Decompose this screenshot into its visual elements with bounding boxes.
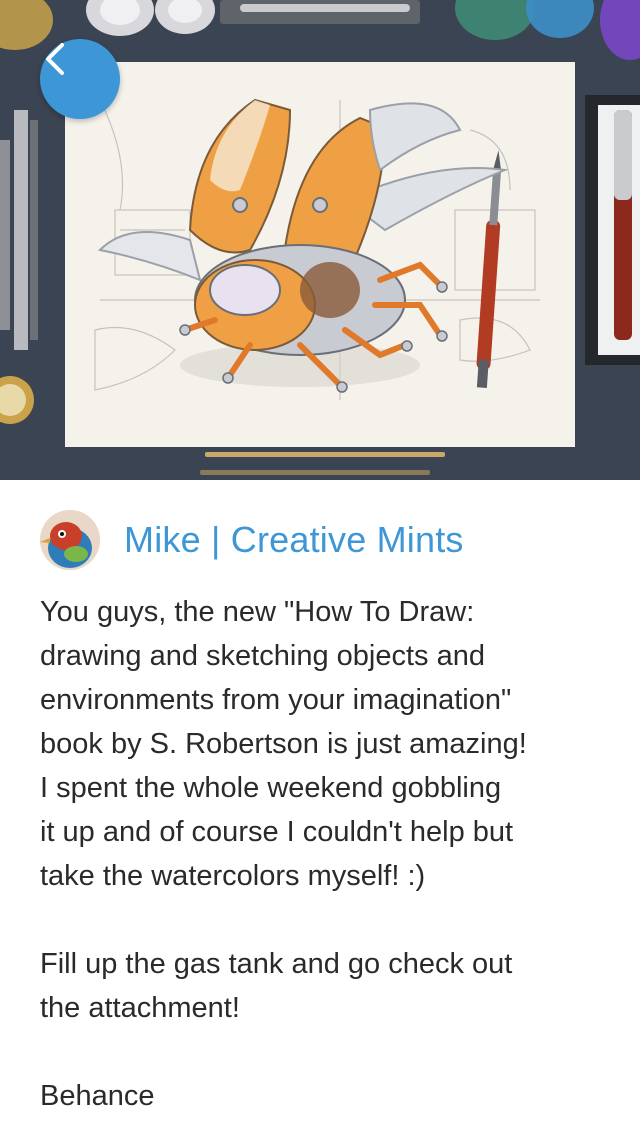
post-line: it up and of course I couldn't help but: [40, 816, 514, 848]
author-name-link[interactable]: Mike | Creative Mints: [124, 519, 464, 561]
post-line: Fill up the gas tank and go check out: [40, 948, 513, 980]
avatar[interactable]: [40, 510, 100, 570]
post-image: [0, 0, 640, 480]
post-line: take the watercolors myself! :): [40, 860, 426, 892]
post-line: drawing and sketching objects and: [40, 640, 485, 672]
post-text: You guys, the new "How To Draw: drawing …: [40, 590, 600, 1118]
chevron-left-icon: [46, 43, 64, 75]
post-line: I spent the whole weekend gobbling: [40, 772, 502, 804]
post-footer: Behance: [40, 1080, 155, 1112]
post-line: environments from your imagination": [40, 684, 512, 716]
back-button[interactable]: [40, 39, 120, 119]
post-line: the attachment!: [40, 992, 240, 1024]
post-line: book by S. Robertson is just amazing!: [40, 728, 527, 760]
post-line: You guys, the new "How To Draw:: [40, 596, 475, 628]
author-row[interactable]: Mike | Creative Mints: [40, 510, 600, 570]
bird-avatar-icon: [40, 510, 100, 570]
